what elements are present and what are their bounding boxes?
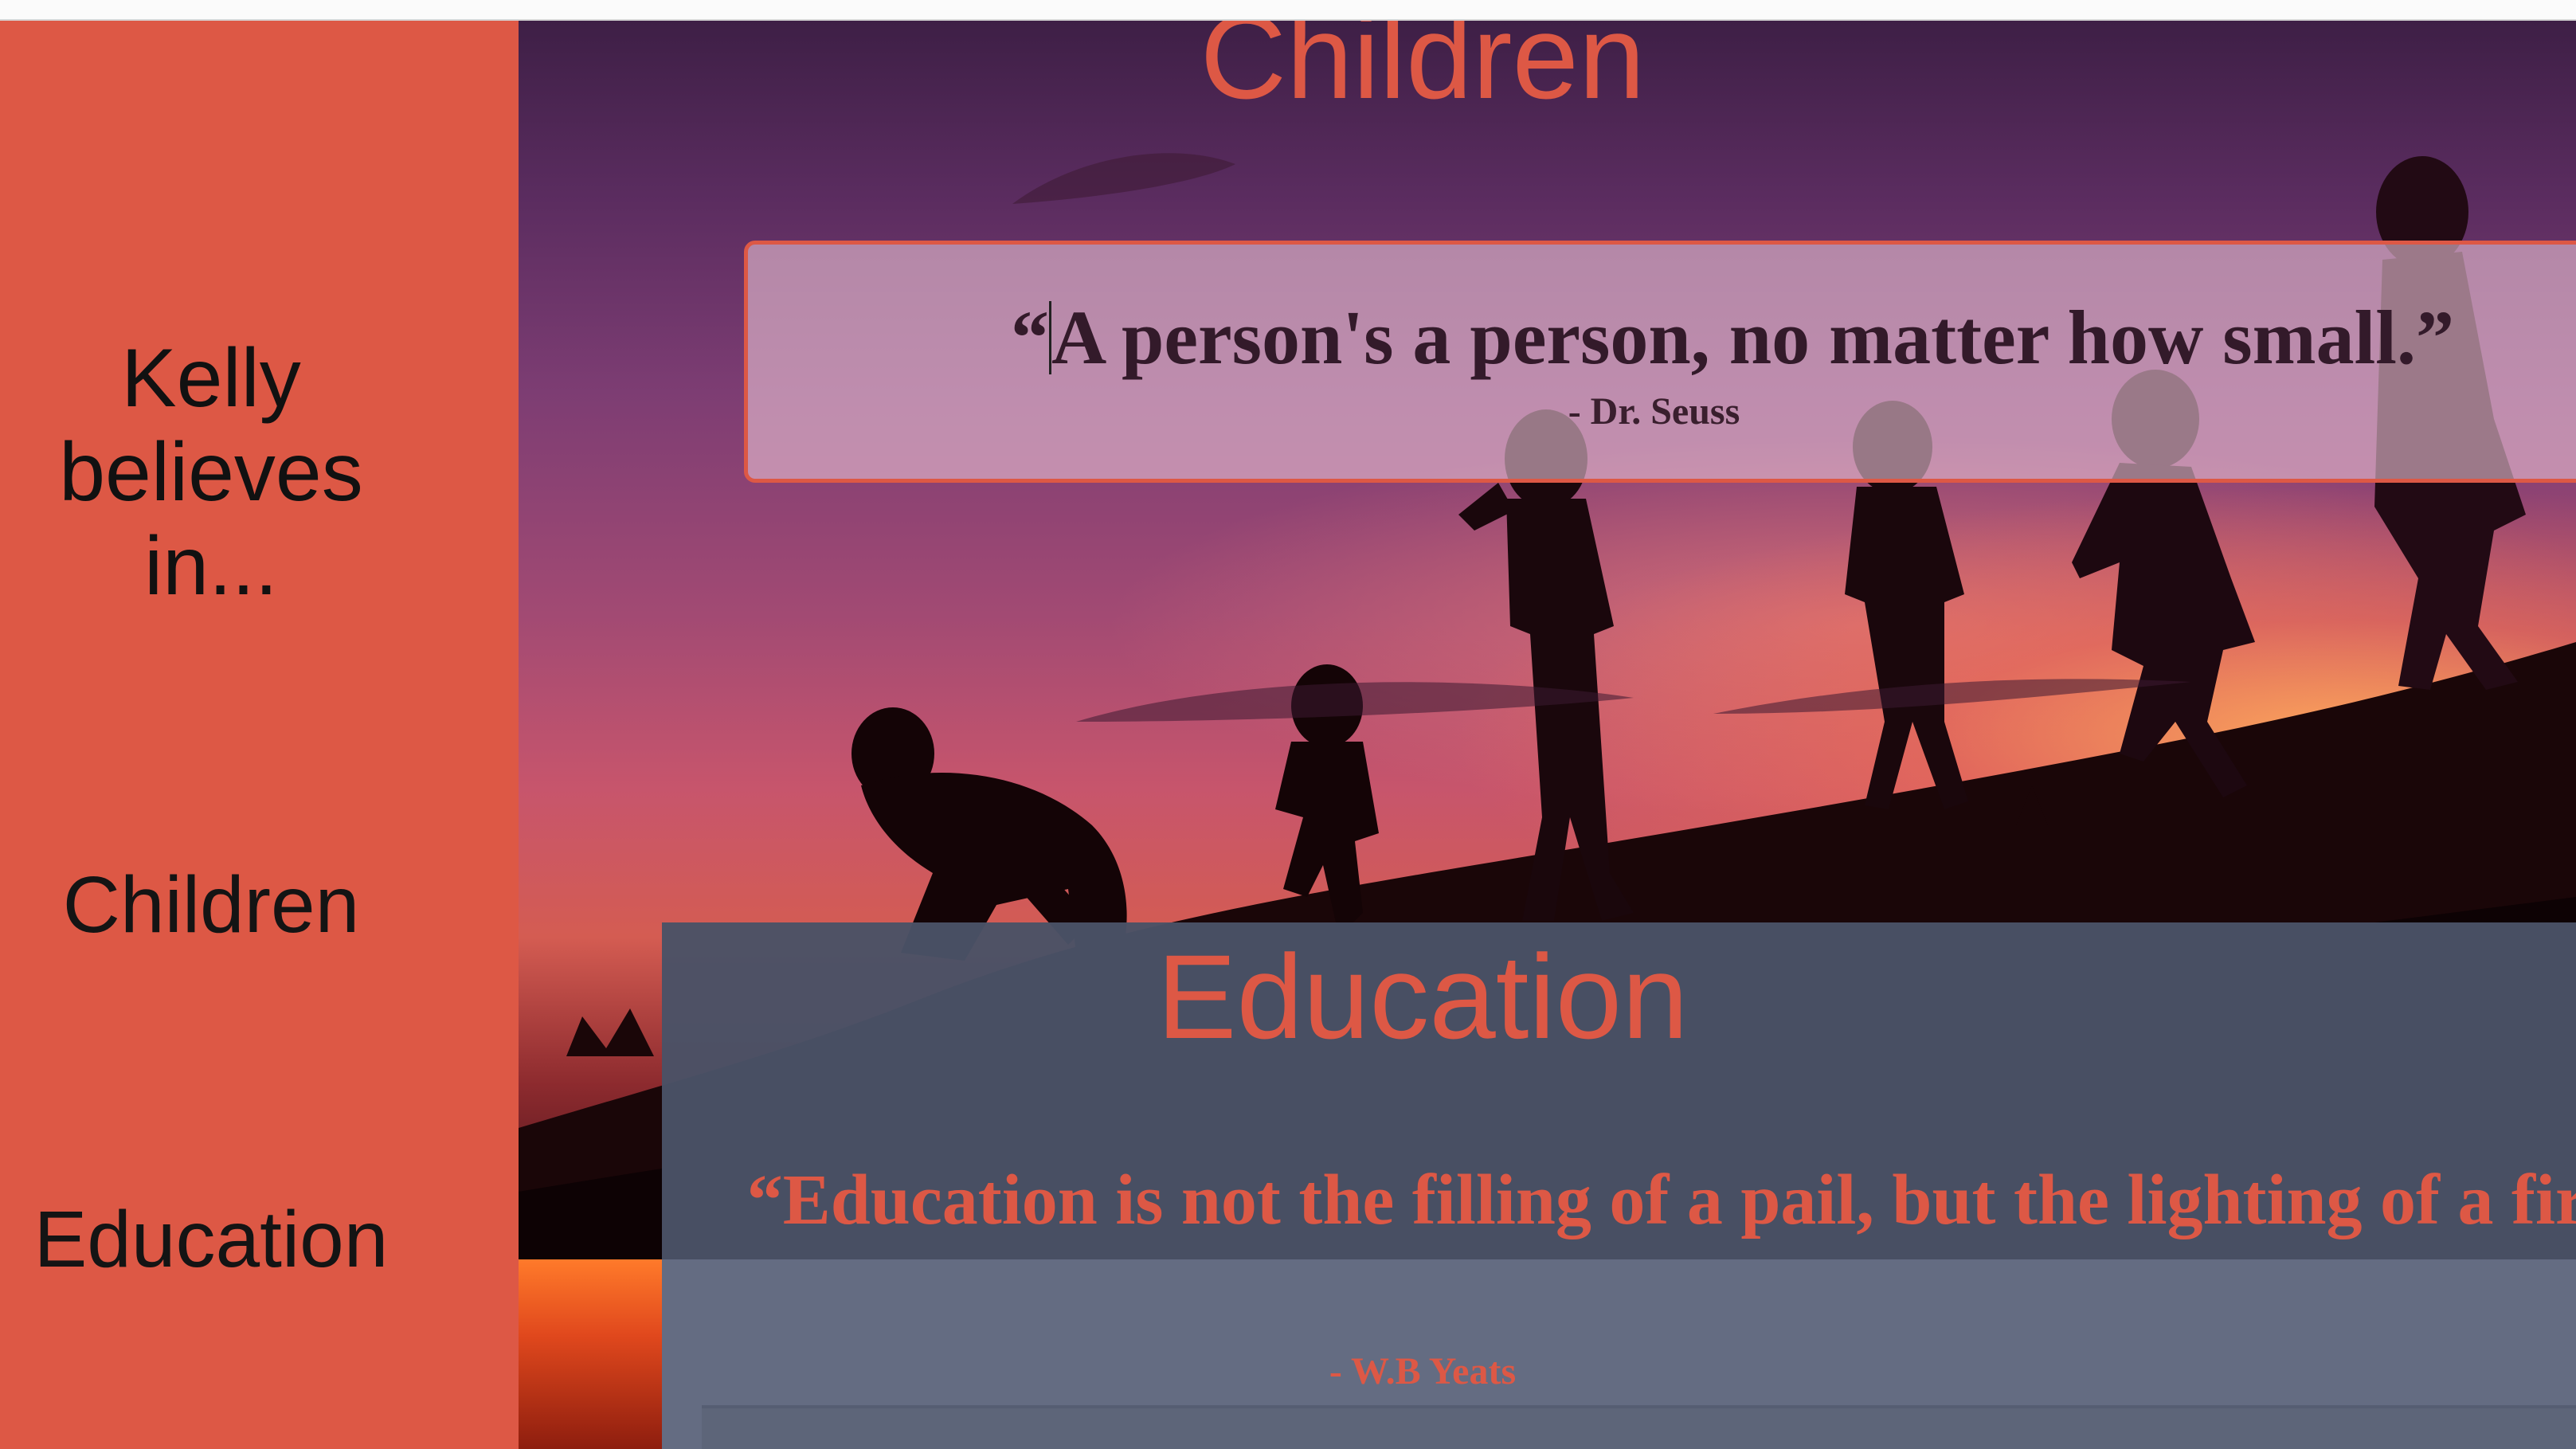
sidebar-link-children[interactable]: Children xyxy=(0,857,422,953)
content-area[interactable]: Children “A person's a person, no matter… xyxy=(519,21,2576,1449)
quote-author: - Dr. Seuss xyxy=(1568,390,1740,433)
browser-viewport: Kelly believes in... Children Education xyxy=(0,0,2576,1449)
content-card xyxy=(702,1405,2576,1449)
sidebar: Kelly believes in... Children Education xyxy=(0,21,519,1449)
section-heading-children: Children xyxy=(1200,21,1646,123)
education-quote-author: - W.B Yeats xyxy=(1329,1350,1517,1392)
quote-body: A person's a person, no matter how small… xyxy=(1051,295,2454,380)
section-heading-education: Education xyxy=(1157,930,1689,1063)
sidebar-link-education[interactable]: Education xyxy=(0,1192,422,1287)
quote-box[interactable]: “A person's a person, no matter how smal… xyxy=(744,241,2576,483)
sidebar-title: Kelly believes in... xyxy=(59,332,363,613)
quote-text[interactable]: “A person's a person, no matter how smal… xyxy=(1011,294,2576,382)
top-bar xyxy=(0,0,2576,21)
education-quote: “Education is not the filling of a pail,… xyxy=(746,1161,2576,1239)
open-quote-mark: “ xyxy=(1011,295,1049,380)
